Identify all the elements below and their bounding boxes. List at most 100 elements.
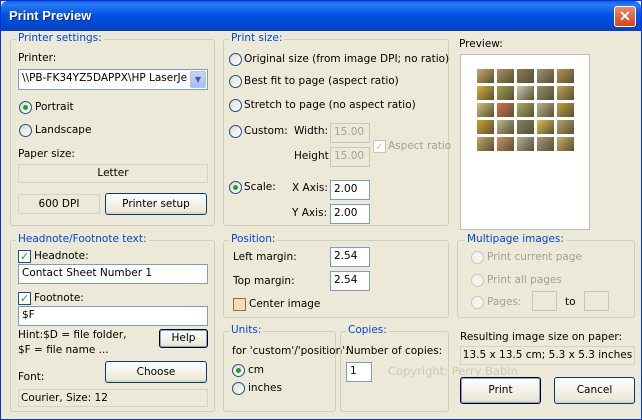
preview-label: Preview: [459,38,503,50]
scale-radio[interactable] [229,181,242,194]
center-image-checkbox[interactable] [233,298,246,311]
footnote-checkbox[interactable]: ✓ [18,292,31,305]
print-all-radio[interactable] [471,274,484,287]
inches-label[interactable]: inches [248,382,282,394]
aspect-ratio-label[interactable]: Aspect ratio [388,140,451,152]
inches-radio[interactable] [232,382,245,395]
top-margin-input[interactable]: 2.54 [330,271,370,291]
cm-radio[interactable] [232,364,245,377]
preview-thumbnail [497,103,514,117]
title-bar[interactable]: Print Preview ✕ [1,1,641,31]
width-input[interactable]: 15.00 [330,123,370,143]
height-label: Height: [294,150,333,162]
x-axis-input[interactable]: 2.00 [330,180,370,200]
landscape-label[interactable]: Landscape [35,124,91,136]
pages-radio[interactable] [471,296,484,309]
left-margin-label: Left margin: [233,251,297,263]
best-fit-radio[interactable] [229,75,242,88]
stretch-radio[interactable] [229,99,242,112]
preview-thumbnail [557,86,574,100]
resulting-size-label: Resulting image size on paper: [460,331,623,343]
portrait-label[interactable]: Portrait [35,101,74,113]
copies-label: Number of copies: [346,345,443,357]
preview-thumbnail [517,103,534,117]
choose-font-button[interactable]: Choose [105,361,207,383]
original-size-radio[interactable] [229,53,242,66]
headnote-input[interactable]: Contact Sheet Number 1 [18,264,208,284]
copies-input[interactable]: 1 [346,362,372,382]
preview-thumbnail [477,103,494,117]
preview-thumbnail [477,120,494,134]
portrait-radio[interactable] [19,101,32,114]
hint-line-2: $F = file name ... [18,344,109,356]
copies-legend: Copies: [346,324,389,336]
paper-size-value: Letter [18,164,208,183]
preview-thumbnail [557,137,574,151]
preview-thumbnail [517,137,534,151]
preview-thumbnail [517,120,534,134]
printer-select-value: \\PB-FK34YZ5DAPPX\HP LaserJe [22,72,188,84]
scale-label[interactable]: Scale: [244,181,276,193]
close-icon[interactable]: ✕ [614,6,636,27]
footnote-label[interactable]: Footnote: [34,292,84,304]
printer-setup-button[interactable]: Printer setup [105,193,207,215]
preview-thumbnail [557,103,574,117]
preview-thumbnail [537,86,554,100]
width-label: Width: [294,125,329,137]
stretch-label[interactable]: Stretch to page (no aspect ratio) [244,99,416,111]
copyright-watermark: Copyright: Perry Babin [388,364,518,378]
height-input[interactable]: 15.00 [330,147,370,167]
headnote-checkbox[interactable]: ✓ [18,250,31,263]
preview-thumbnail [557,69,574,83]
print-button[interactable]: Print [460,377,541,404]
original-size-label[interactable]: Original size (from image DPI; no ratio) [244,53,449,65]
custom-radio[interactable] [229,125,242,138]
print-all-label[interactable]: Print all pages [487,274,562,286]
center-image-label[interactable]: Center image [249,298,320,310]
pages-from-input[interactable] [532,291,557,311]
cm-label[interactable]: cm [248,364,264,376]
preview-thumbnail [537,137,554,151]
preview-thumbnail [537,103,554,117]
left-margin-input[interactable]: 2.54 [330,247,370,267]
position-legend: Position: [229,233,278,245]
top-margin-label: Top margin: [233,275,295,287]
units-description: for 'custom'/'position': [232,345,349,357]
footnote-input[interactable]: $F [18,306,208,326]
font-value: Courier, Size: 12 [18,389,208,407]
dpi-value: 600 DPI [18,194,100,214]
x-axis-label: X Axis: [292,182,328,194]
custom-label[interactable]: Custom: [244,125,288,137]
preview-thumbnail [557,120,574,134]
preview-thumbnail [497,86,514,100]
landscape-radio[interactable] [19,124,32,137]
printer-settings-legend: Printer settings: [16,32,104,44]
print-current-radio[interactable] [471,251,484,264]
preview-thumbnail [517,86,534,100]
headnote-label[interactable]: Headnote: [34,250,89,262]
y-axis-input[interactable]: 2.00 [330,204,370,224]
cancel-button[interactable]: Cancel [554,377,635,404]
hint-line-1: Hint:$D = file folder, [18,329,127,341]
print-current-label[interactable]: Print current page [487,251,582,263]
pages-to-input[interactable] [584,291,609,311]
preview-thumbnail [537,120,554,134]
pages-label[interactable]: Pages: [487,296,521,308]
aspect-ratio-checkbox[interactable]: ✓ [373,140,386,153]
paper-size-label: Paper size: [18,148,75,160]
preview-thumbnail [517,69,534,83]
y-axis-label: Y Axis: [292,207,328,219]
chevron-down-icon[interactable]: ▼ [190,71,206,88]
units-legend: Units: [229,324,264,336]
preview-thumbnail [497,137,514,151]
preview-thumbnail [497,69,514,83]
printer-select[interactable]: \\PB-FK34YZ5DAPPX\HP LaserJe ▼ [18,69,208,90]
help-button[interactable]: Help [159,329,208,348]
print-size-legend: Print size: [229,32,285,44]
preview-thumbnail [477,69,494,83]
preview-thumbnail [537,69,554,83]
best-fit-label[interactable]: Best fit to page (aspect ratio) [244,75,399,87]
preview-pane [460,54,590,230]
window-title: Print Preview [9,8,92,23]
font-label: Font: [18,371,45,383]
